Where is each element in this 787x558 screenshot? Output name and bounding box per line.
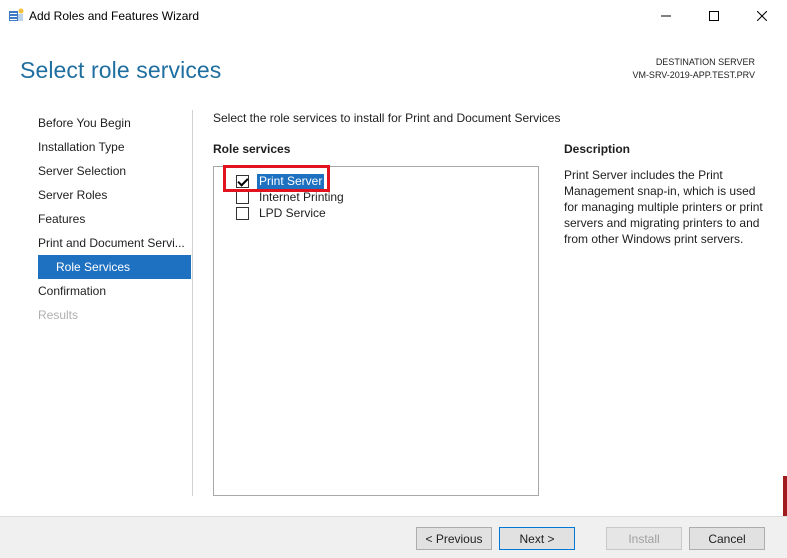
nav-item-role-services[interactable]: Role Services (38, 255, 191, 279)
page-title: Select role services (20, 57, 222, 83)
role-label-lpd-service[interactable]: LPD Service (257, 206, 328, 221)
server-manager-icon (8, 8, 24, 22)
install-button: Install (606, 527, 682, 550)
close-button[interactable] (739, 0, 785, 31)
role-services-list[interactable]: Print Server Internet Printing LPD Servi… (213, 166, 539, 496)
description-text: Print Server includes the Print Manageme… (564, 168, 763, 246)
destination-server-label: DESTINATION SERVER (655, 57, 755, 67)
nav-item-features[interactable]: Features (38, 207, 192, 231)
nav-item-results: Results (38, 308, 79, 322)
description-heading: Description (564, 142, 631, 156)
nav-item-installation-type[interactable]: Installation Type (38, 135, 192, 159)
role-services-heading: Role services (213, 142, 291, 156)
nav-item-print-document-services[interactable]: Print and Document Servi... (38, 231, 192, 255)
lpd-service-checkbox[interactable] (236, 206, 249, 220)
previous-button[interactable]: < Previous (416, 527, 492, 550)
maximize-button[interactable] (691, 0, 737, 31)
nav-item-before-you-begin[interactable]: Before You Begin (38, 111, 192, 135)
destination-server-name: VM-SRV-2019-APP.TEST.PRV (632, 70, 755, 80)
nav-divider (192, 110, 193, 496)
window-title: Add Roles and Features Wizard (29, 9, 200, 23)
instruction-text: Select the role services to install for … (213, 111, 561, 125)
cancel-button[interactable]: Cancel (689, 527, 765, 550)
annotation-highlight-box (223, 165, 330, 192)
minimize-button[interactable] (643, 0, 689, 31)
internet-printing-checkbox[interactable] (236, 190, 249, 204)
next-button[interactable]: Next > (499, 527, 575, 550)
nav-item-server-roles[interactable]: Server Roles (38, 183, 192, 207)
role-item-lpd-service[interactable]: LPD Service (236, 205, 328, 221)
nav-item-server-selection[interactable]: Server Selection (38, 159, 192, 183)
title-bar[interactable]: Add Roles and Features Wizard (0, 0, 787, 31)
nav-item-confirmation[interactable]: Confirmation (38, 279, 192, 303)
